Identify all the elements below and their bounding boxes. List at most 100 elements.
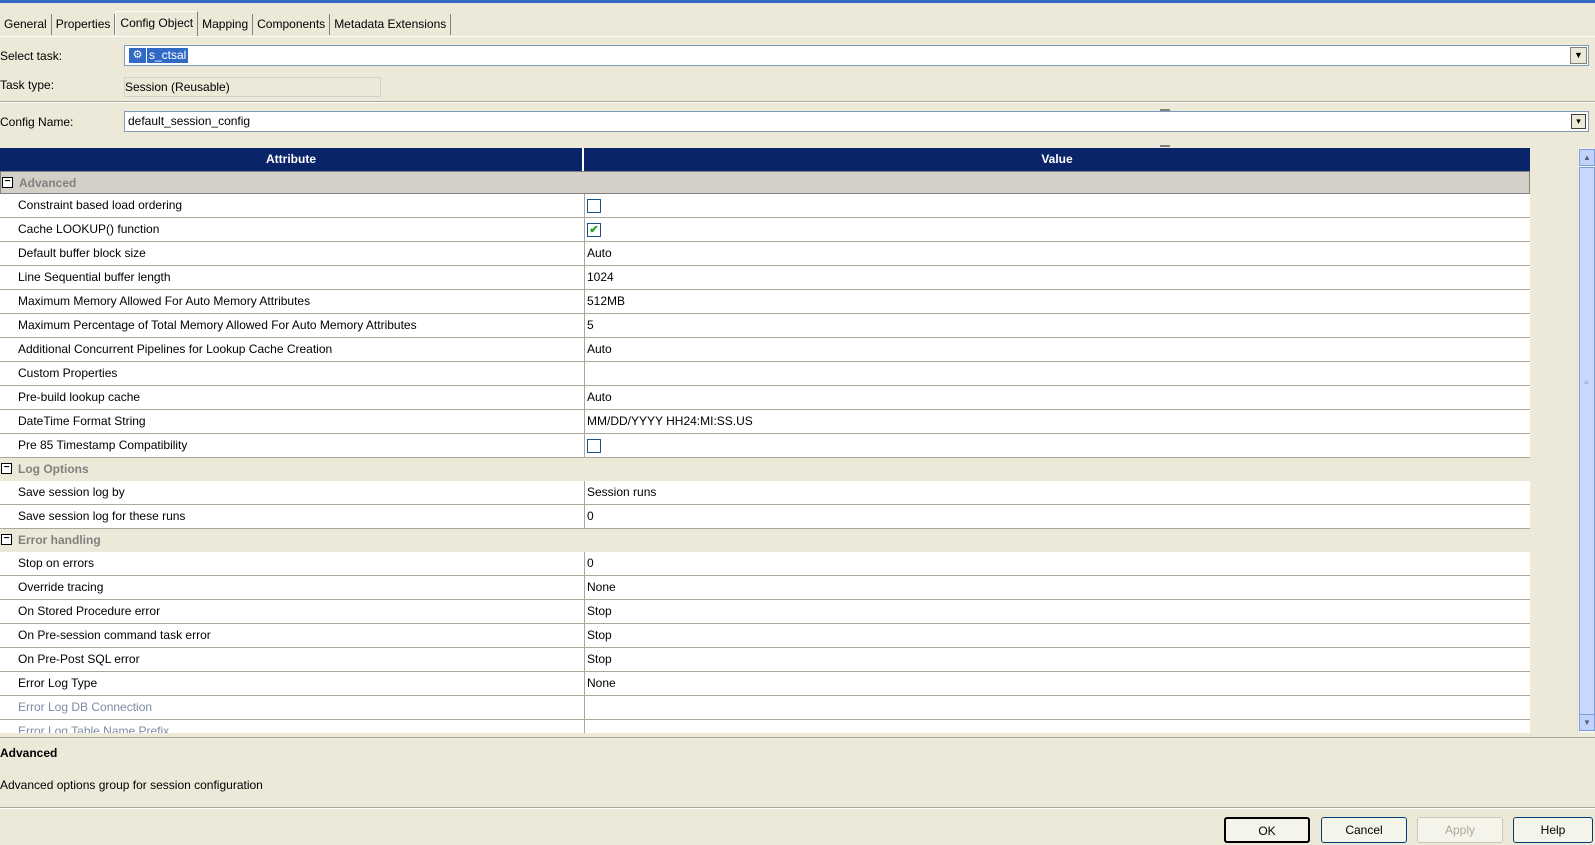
checkbox[interactable]: [587, 439, 601, 453]
attribute-value[interactable]: 512MB: [584, 290, 1527, 313]
tab-mapping[interactable]: Mapping: [198, 14, 254, 35]
attribute-value[interactable]: Auto: [584, 386, 1527, 409]
attribute-value[interactable]: Auto: [584, 242, 1527, 265]
table-row[interactable]: Pre-build lookup cache Auto: [0, 386, 1530, 410]
table-row[interactable]: Override tracing None: [0, 576, 1530, 600]
table-row: Error Log DB Connection: [0, 696, 1530, 720]
table-row[interactable]: Constraint based load ordering: [0, 194, 1530, 218]
table-row[interactable]: Line Sequential buffer length 1024: [0, 266, 1530, 290]
attribute-value[interactable]: MM/DD/YYYY HH24:MI:SS.US: [584, 410, 1527, 433]
ok-button[interactable]: OK: [1224, 817, 1310, 843]
table-row[interactable]: On Pre-session command task error Stop: [0, 624, 1530, 648]
attribute-name: On Pre-Post SQL error: [18, 652, 140, 666]
help-button[interactable]: Help: [1513, 817, 1593, 843]
attribute-name: Override tracing: [18, 580, 104, 594]
table-row[interactable]: Default buffer block size Auto: [0, 242, 1530, 266]
attribute-value[interactable]: Stop: [584, 600, 1527, 623]
attribute-value[interactable]: Auto: [584, 338, 1527, 361]
minus-box-icon[interactable]: −: [2, 177, 13, 188]
table-row: Error Log Table Name Prefix: [0, 720, 1530, 733]
minus-box-icon[interactable]: −: [1, 534, 12, 545]
attribute-name: Save session log for these runs: [18, 509, 186, 523]
tab-metadata-extensions[interactable]: Metadata Extensions: [330, 14, 452, 35]
group-error-handling[interactable]: − Error handling: [0, 529, 1530, 552]
attribute-value[interactable]: 0: [584, 552, 1527, 575]
attribute-value[interactable]: [584, 362, 1527, 385]
table-row[interactable]: On Stored Procedure error Stop: [0, 600, 1530, 624]
tab-general[interactable]: General: [0, 14, 52, 35]
attribute-value[interactable]: None: [584, 576, 1527, 599]
group-name: Advanced: [19, 176, 77, 190]
browse-icon[interactable]: ▾: [1571, 114, 1586, 129]
group-advanced[interactable]: − Advanced: [0, 171, 1530, 194]
attribute-value[interactable]: 0: [584, 505, 1527, 528]
table-row[interactable]: Stop on errors 0: [0, 552, 1530, 576]
attribute-name: On Pre-session command task error: [18, 628, 211, 642]
description-title: Advanced: [0, 746, 58, 760]
config-name-field[interactable]: default_session_config ▾: [124, 111, 1589, 132]
table-row[interactable]: Maximum Percentage of Total Memory Allow…: [0, 314, 1530, 338]
splitter-mark-top: [1160, 109, 1170, 111]
task-type-label: Task type:: [0, 78, 55, 92]
table-row[interactable]: Error Log Type None: [0, 672, 1530, 696]
attribute-grid: Attribute Value − Advanced Constraint ba…: [0, 148, 1530, 733]
table-row[interactable]: Custom Properties: [0, 362, 1530, 386]
footer-divider-highlight: [0, 808, 1595, 809]
attribute-value[interactable]: 1024: [584, 266, 1527, 289]
column-header-value[interactable]: Value: [584, 148, 1530, 171]
table-row[interactable]: Save session log for these runs 0: [0, 505, 1530, 529]
select-task-dropdown[interactable]: ⚙ s_ctsal ▼: [124, 45, 1589, 66]
attribute-value[interactable]: ✔: [584, 218, 1527, 241]
attribute-name: Maximum Memory Allowed For Auto Memory A…: [18, 294, 311, 308]
config-name-value: default_session_config: [128, 114, 251, 128]
attribute-name: Default buffer block size: [18, 246, 146, 260]
tab-strip: General Properties Config Object Mapping…: [0, 11, 452, 36]
attribute-value[interactable]: [584, 194, 1527, 217]
attribute-name: Pre-build lookup cache: [18, 390, 141, 404]
table-row[interactable]: Save session log by Session runs: [0, 481, 1530, 505]
tab-components[interactable]: Components: [253, 14, 331, 35]
scroll-down-icon[interactable]: ▼: [1579, 714, 1595, 731]
attribute-value[interactable]: Stop: [584, 648, 1527, 671]
group-name: Error handling: [18, 533, 101, 547]
scrollbar-thumb[interactable]: ≡: [1579, 167, 1595, 727]
attribute-value[interactable]: None: [584, 672, 1527, 695]
cancel-button[interactable]: Cancel: [1321, 817, 1407, 843]
attribute-name: Cache LOOKUP() function: [18, 222, 160, 236]
attribute-name: Stop on errors: [18, 556, 95, 570]
checkbox-checked[interactable]: ✔: [587, 223, 601, 237]
checkbox[interactable]: [587, 199, 601, 213]
grip-icon: ≡: [1584, 378, 1589, 387]
apply-button: Apply: [1417, 817, 1503, 843]
table-row[interactable]: Cache LOOKUP() function ✔: [0, 218, 1530, 242]
tab-properties[interactable]: Properties: [52, 14, 116, 35]
table-row[interactable]: Additional Concurrent Pipelines for Look…: [0, 338, 1530, 362]
group-log-options[interactable]: − Log Options: [0, 458, 1530, 481]
attribute-name: Save session log by: [18, 485, 125, 499]
attribute-name: Error Log DB Connection: [18, 700, 153, 714]
attribute-name: On Stored Procedure error: [18, 604, 161, 618]
section-divider-highlight: [0, 102, 1595, 103]
attribute-value[interactable]: 5: [584, 314, 1527, 337]
tab-config-object[interactable]: Config Object: [115, 11, 199, 36]
attribute-value[interactable]: Stop: [584, 624, 1527, 647]
attribute-value[interactable]: Session runs: [584, 481, 1527, 504]
description-text: Advanced options group for session confi…: [0, 778, 263, 792]
minus-box-icon[interactable]: −: [1, 463, 12, 474]
attribute-name: Line Sequential buffer length: [18, 270, 171, 284]
group-name: Log Options: [18, 462, 89, 476]
scroll-up-icon[interactable]: ▲: [1579, 149, 1595, 166]
task-type-field: Session (Reusable): [124, 77, 381, 97]
table-row[interactable]: Pre 85 Timestamp Compatibility: [0, 434, 1530, 458]
column-header-attribute[interactable]: Attribute: [0, 148, 584, 171]
window-top-border: [0, 0, 1595, 3]
attribute-name: DateTime Format String: [18, 414, 146, 428]
table-row[interactable]: Maximum Memory Allowed For Auto Memory A…: [0, 290, 1530, 314]
select-task-label: Select task:: [0, 49, 63, 63]
splitter-mark-bottom: [1160, 145, 1170, 147]
table-row[interactable]: DateTime Format String MM/DD/YYYY HH24:M…: [0, 410, 1530, 434]
attribute-value[interactable]: [584, 434, 1527, 457]
vertical-scrollbar[interactable]: ▲ ≡ ▼: [1577, 148, 1595, 733]
chevron-down-icon[interactable]: ▼: [1570, 47, 1587, 64]
table-row[interactable]: On Pre-Post SQL error Stop: [0, 648, 1530, 672]
